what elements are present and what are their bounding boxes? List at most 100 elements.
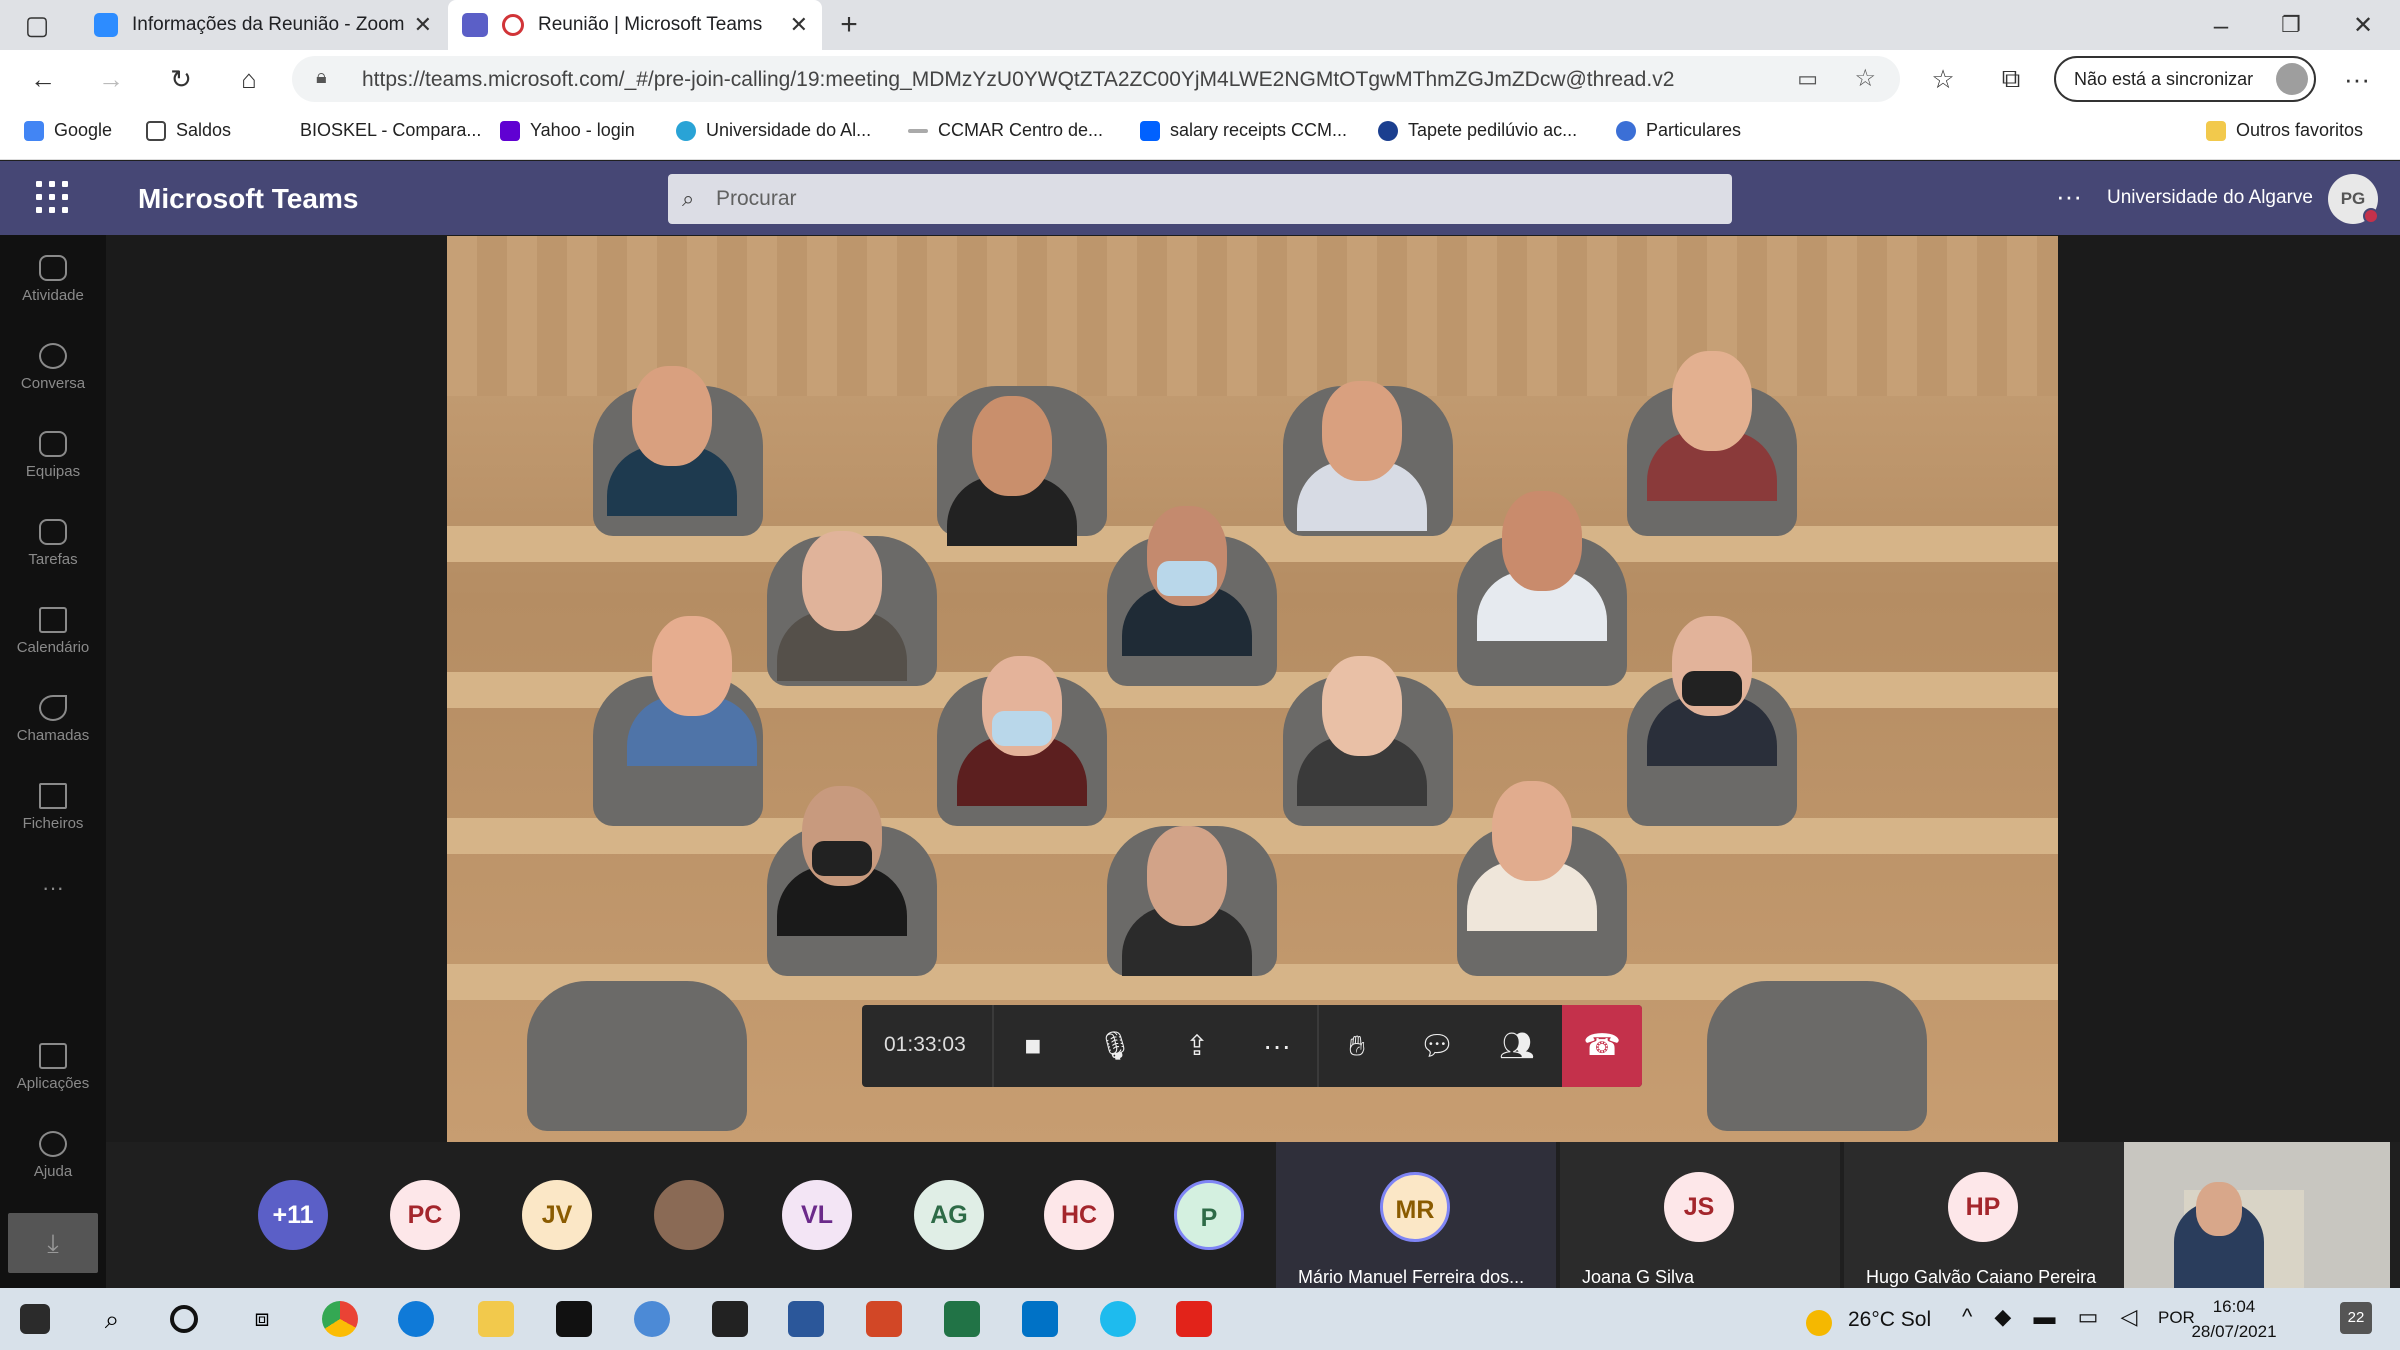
rail-help[interactable]: Ajuda	[0, 1131, 106, 1180]
bookmark-particulares[interactable]: Particulares	[1616, 120, 1741, 141]
camera-toggle-icon[interactable]: ■	[1008, 1021, 1058, 1071]
cortana-icon[interactable]	[170, 1305, 198, 1333]
bookmark-salary[interactable]: salary receipts CCM...	[1140, 120, 1347, 141]
chat-icon[interactable]: 💬︎	[1412, 1021, 1462, 1071]
acrobat-icon[interactable]	[1176, 1301, 1212, 1337]
file-explorer-icon[interactable]	[478, 1301, 514, 1337]
rail-teams[interactable]: Equipas	[0, 431, 106, 480]
more-participants-button[interactable]: +11	[258, 1180, 328, 1250]
bookmark-google[interactable]: Google	[24, 120, 112, 141]
internet-explorer-icon[interactable]	[1100, 1301, 1136, 1337]
folder-icon	[2206, 120, 2226, 141]
close-tab-icon[interactable]: ✕	[414, 12, 432, 38]
participant-avatar[interactable]: HC	[1044, 1180, 1114, 1250]
rail-tasks[interactable]: Tarefas	[0, 519, 106, 568]
sync-label: Não está a sincronizar	[2074, 69, 2254, 89]
tray-icons[interactable]: ^ ◆ ▬ ▭ ◁	[1962, 1304, 2145, 1330]
windows-start-icon[interactable]	[20, 1304, 50, 1334]
participant-avatar[interactable]: VL	[782, 1180, 852, 1250]
search-input[interactable]: ⌕ Procurar	[668, 174, 1732, 224]
search-icon[interactable]: ⌕	[94, 1301, 130, 1337]
rail-label: Ficheiros	[22, 815, 84, 832]
restore-icon[interactable]: ❐	[2270, 4, 2312, 46]
participant-tile[interactable]: HP Hugo Galvão Caiano Pereira	[1844, 1142, 2124, 1288]
rail-calls[interactable]: Chamadas	[0, 695, 106, 744]
rail-calendar[interactable]: Calendário	[0, 607, 106, 656]
edge-icon[interactable]	[398, 1301, 434, 1337]
other-favorites[interactable]: Outros favoritos	[2206, 120, 2363, 141]
tab-actions-icon[interactable]: ▢	[16, 4, 58, 46]
more-options-icon[interactable]: ···	[2056, 181, 2082, 212]
organization-name[interactable]: Universidade do Algarve	[2107, 187, 2313, 209]
bookmark-ccmar[interactable]: CCMAR Centro de...	[908, 120, 1103, 141]
rail-more[interactable]: ···	[0, 875, 106, 901]
rail-files[interactable]: Ficheiros	[0, 783, 106, 832]
camera-icon[interactable]: ▭	[1797, 66, 1818, 92]
close-tab-icon[interactable]: ✕	[790, 12, 808, 38]
self-view-video[interactable]	[2124, 1142, 2390, 1288]
powerpoint-icon[interactable]	[866, 1301, 902, 1337]
participant-avatar[interactable]: AG	[914, 1180, 984, 1250]
profile-sync-button[interactable]: Não está a sincronizar	[2054, 56, 2316, 102]
word-icon[interactable]	[788, 1301, 824, 1337]
teams-header: Microsoft Teams ⌕ Procurar ··· Universid…	[0, 161, 2400, 235]
bookmark-ualg[interactable]: Universidade do Al...	[676, 120, 871, 141]
rail-activity[interactable]: Atividade	[0, 255, 106, 304]
back-icon[interactable]: ←	[22, 58, 64, 100]
tab-teams[interactable]: Reunião | Microsoft Teams ✕	[448, 0, 822, 50]
participant-avatar[interactable]: JV	[522, 1180, 592, 1250]
bookmark-saldos[interactable]: Saldos	[146, 120, 231, 141]
tab-zoom[interactable]: Informações da Reunião - Zoom ✕	[80, 0, 446, 50]
outlook-icon[interactable]	[1022, 1301, 1058, 1337]
url-field[interactable]: 🔒︎ https://teams.microsoft.com/_#/pre-jo…	[292, 56, 1900, 102]
home-icon[interactable]: ⌂	[228, 58, 270, 100]
windows-taskbar: ⌕ ⧈ 26°C Sol ^ ◆ ▬ ▭ ◁ POR 16:04 28/07/2…	[0, 1288, 2400, 1350]
user-avatar[interactable]: PG	[2328, 174, 2379, 224]
task-view-icon[interactable]: ⧈	[244, 1301, 280, 1337]
raise-hand-icon[interactable]: ✋︎	[1332, 1021, 1382, 1071]
participant-avatar[interactable]: PC	[390, 1180, 460, 1250]
status-busy-icon	[2363, 208, 2379, 224]
bookmark-bioskel[interactable]: BIOSKEL - Compara...	[300, 120, 481, 141]
new-tab-icon[interactable]: +	[828, 4, 870, 46]
more-actions-icon[interactable]: ···	[1252, 1021, 1302, 1071]
ccmar-icon	[908, 128, 928, 133]
share-screen-icon[interactable]: ⇪	[1172, 1021, 1222, 1071]
bookmark-tapete[interactable]: Tapete pedilúvio ac...	[1378, 120, 1577, 141]
store-icon[interactable]	[712, 1301, 748, 1337]
participants-icon[interactable]: 👥︎	[1492, 1021, 1542, 1071]
participant-avatar-speaking[interactable]: P	[1174, 1180, 1244, 1250]
refresh-icon[interactable]: ↻	[160, 58, 202, 100]
bookmark-yahoo[interactable]: Yahoo - login	[500, 120, 635, 141]
collections-icon[interactable]: ⧉	[1990, 58, 2032, 100]
app-launcher-icon[interactable]	[36, 181, 68, 213]
chrome-icon[interactable]	[322, 1301, 358, 1337]
rail-chat[interactable]: Conversa	[0, 343, 106, 392]
rail-apps[interactable]: Aplicações	[0, 1043, 106, 1092]
excel-icon[interactable]	[944, 1301, 980, 1337]
participant-video	[1477, 491, 1607, 641]
close-window-icon[interactable]: ✕	[2342, 4, 2384, 46]
hang-up-button[interactable]: ☎	[1562, 1005, 1642, 1087]
notification-center-icon[interactable]: 22	[2340, 1302, 2372, 1334]
participant-avatar: HP	[1948, 1172, 2018, 1242]
bookmark-label: Yahoo - login	[530, 120, 635, 140]
settings-more-icon[interactable]: ···	[2336, 58, 2378, 100]
weather-widget[interactable]: 26°C Sol	[1848, 1308, 1931, 1332]
forward-icon[interactable]: →	[90, 58, 132, 100]
bookmark-label: Google	[54, 120, 113, 140]
app-icon[interactable]	[634, 1301, 670, 1337]
participant-video	[947, 396, 1077, 546]
app-icon[interactable]	[556, 1301, 592, 1337]
favorites-icon[interactable]: ☆	[1922, 58, 1964, 100]
participant-tile[interactable]: MR Mário Manuel Ferreira dos...	[1276, 1142, 1556, 1288]
participant-photo-avatar[interactable]	[654, 1180, 724, 1250]
microphone-icon[interactable]: 🎙︎	[1090, 1021, 1140, 1071]
minimize-icon[interactable]: –	[2200, 4, 2242, 46]
clock[interactable]: 16:04 28/07/2021	[2174, 1294, 2294, 1344]
participant-video	[1297, 381, 1427, 531]
participant-tile[interactable]: JS Joana G Silva	[1560, 1142, 1840, 1288]
add-favorite-icon[interactable]: ☆	[1854, 64, 1876, 93]
download-icon[interactable]: ⤓	[8, 1213, 98, 1273]
file-icon	[39, 783, 67, 809]
